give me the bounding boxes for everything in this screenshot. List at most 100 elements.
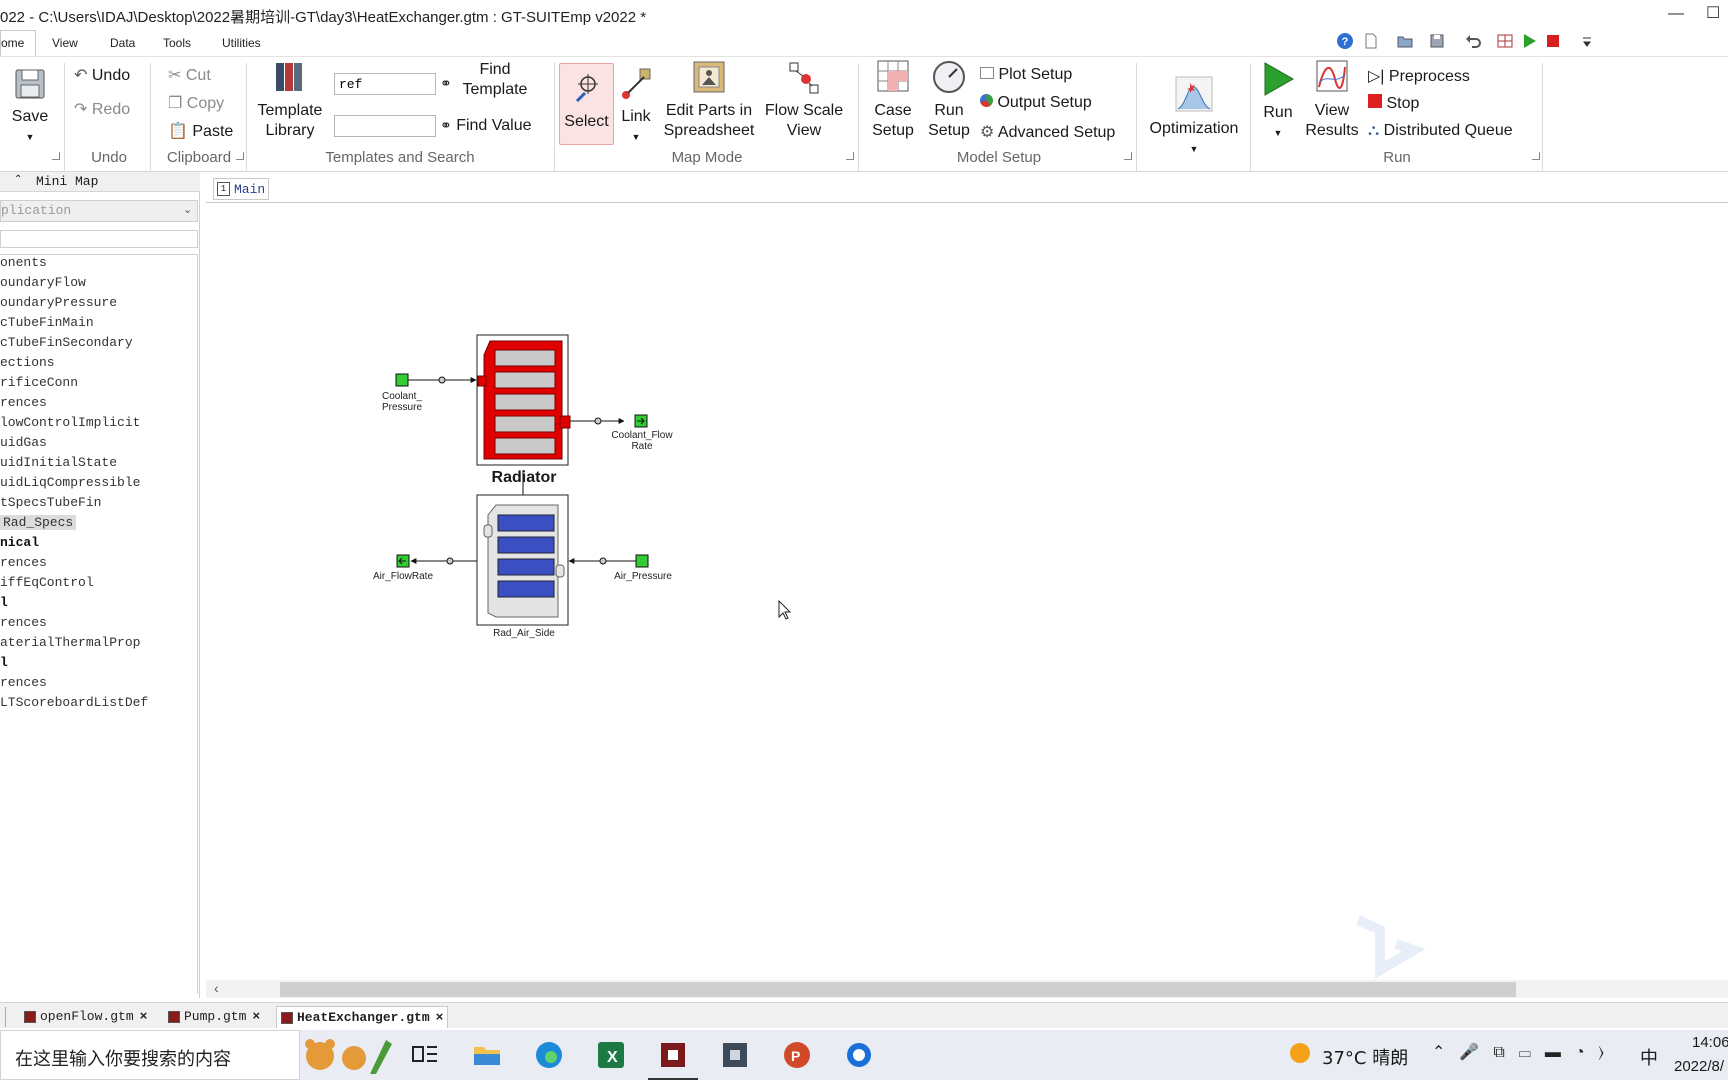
value-search-input[interactable] (334, 115, 436, 137)
save-button[interactable]: Save ▼ (8, 67, 52, 149)
tab-main[interactable]: 1 Main (213, 178, 269, 200)
app-circle-icon[interactable] (842, 1038, 876, 1072)
tree-item[interactable]: rences (0, 615, 47, 630)
tab-overflow[interactable] (0, 1007, 6, 1027)
new-file-icon[interactable] (1362, 32, 1380, 50)
undo-button[interactable]: ↶ Undo (74, 65, 130, 85)
map-mode-launcher[interactable] (846, 152, 854, 160)
undo-icon[interactable] (1464, 32, 1482, 50)
optimization-button[interactable]: Optimization ▼ (1144, 75, 1244, 159)
scrollbar-thumb[interactable] (280, 982, 1516, 997)
find-template-button[interactable]: Find Template (460, 60, 530, 100)
file-explorer-icon[interactable] (470, 1038, 504, 1072)
application-dropdown[interactable]: plication ⌄ (0, 200, 198, 222)
clock-date[interactable]: 2022/8/ (1674, 1058, 1724, 1075)
tree-item[interactable]: uidLiqCompressible (0, 475, 140, 490)
tree-item[interactable]: tSpecsTubeFin (0, 495, 101, 510)
coolant-pressure-part[interactable] (395, 373, 409, 387)
task-view-icon[interactable] (408, 1038, 442, 1072)
doc-tab[interactable]: openFlow.gtm × (20, 1006, 151, 1028)
air-pressure-part[interactable] (635, 554, 649, 568)
maximize-button[interactable]: ☐ (1706, 2, 1728, 28)
cut-button[interactable]: ✂ Cut (168, 65, 211, 85)
tree-item[interactable]: oundaryPressure (0, 295, 117, 310)
help-icon[interactable]: ? (1336, 32, 1354, 50)
air-flowrate-part[interactable] (396, 554, 410, 568)
close-icon[interactable]: × (140, 1009, 148, 1024)
tree-item[interactable]: rificeConn (0, 375, 78, 390)
run-setup-button[interactable]: Run Setup (924, 59, 974, 141)
output-setup-button[interactable]: Output Setup (980, 94, 1092, 112)
run-icon[interactable] (1520, 32, 1538, 50)
link-button[interactable]: Link ▼ (618, 67, 654, 147)
doc-tab[interactable]: Pump.gtm × (164, 1006, 264, 1028)
save-group-launcher[interactable] (52, 152, 60, 160)
menu-view[interactable]: View (52, 36, 78, 50)
open-folder-icon[interactable] (1396, 32, 1414, 50)
weather-text[interactable]: 37°C 晴朗 (1322, 1044, 1408, 1070)
ime-indicator[interactable]: 中 (1640, 1044, 1658, 1070)
tree-item[interactable]: iffEqControl (0, 575, 94, 590)
edit-parts-spreadsheet-button[interactable]: Edit Parts in Spreadsheet (660, 59, 758, 141)
save-icon[interactable] (1428, 32, 1446, 50)
tree-item[interactable]: rences (0, 555, 47, 570)
gt-post-icon[interactable] (718, 1038, 752, 1072)
menu-home-tab[interactable]: ome (0, 30, 36, 56)
qat-customize-icon[interactable] (1578, 32, 1596, 50)
close-icon[interactable]: × (436, 1010, 444, 1025)
template-library-button[interactable]: Template Library (252, 59, 328, 141)
plot-setup-button[interactable]: Plot Setup (980, 66, 1072, 84)
redo-button[interactable]: ↷ Redo (74, 99, 130, 119)
flow-scale-view-button[interactable]: Flow Scale View (762, 59, 846, 141)
template-search-input[interactable] (334, 73, 436, 95)
tree-item[interactable]: ections (0, 355, 55, 370)
gt-suite-icon[interactable] (656, 1038, 690, 1072)
tree-item[interactable]: nical (0, 535, 39, 550)
tree-item[interactable]: l (0, 655, 8, 670)
mini-map-header[interactable]: ⌃ Mini Map (0, 172, 200, 192)
tree-item[interactable]: aterialThermalProp (0, 635, 140, 650)
radiator-part[interactable] (476, 334, 571, 466)
clipboard-group-launcher[interactable] (236, 152, 244, 160)
stop-icon[interactable] (1544, 32, 1562, 50)
distributed-queue-button[interactable]: ⛬ Distributed Queue (1368, 122, 1513, 140)
excel-icon[interactable]: X (594, 1038, 628, 1072)
copy-button[interactable]: ❐ Copy (168, 93, 224, 113)
menu-utilities[interactable]: Utilities (222, 36, 261, 50)
run-group-launcher[interactable] (1532, 152, 1540, 160)
tree-item[interactable]: rences (0, 395, 47, 410)
edge-browser-icon[interactable] (532, 1038, 566, 1072)
menu-data[interactable]: Data (110, 36, 135, 50)
tree-item[interactable]: onents (0, 255, 47, 270)
doc-tab-active[interactable]: HeatExchanger.gtm × (276, 1006, 449, 1028)
model-setup-launcher[interactable] (1124, 152, 1132, 160)
advanced-setup-button[interactable]: ⚙ Advanced Setup (980, 122, 1115, 142)
grid-icon[interactable] (1496, 32, 1514, 50)
menu-tools[interactable]: Tools (163, 36, 191, 50)
powerpoint-icon[interactable]: P (780, 1038, 814, 1072)
clock-time[interactable]: 14:06 (1692, 1034, 1728, 1051)
tree-item[interactable]: cTubeFinSecondary (0, 335, 133, 350)
coolant-flow-part[interactable] (634, 414, 648, 428)
tree-filter-input[interactable] (0, 230, 198, 248)
close-icon[interactable]: × (252, 1009, 260, 1024)
paste-button[interactable]: 📋 Paste (168, 121, 233, 141)
tree-item[interactable]: Rad_Specs (0, 515, 77, 530)
tree-item[interactable]: lowControlImplicit (0, 415, 140, 430)
collapse-up-icon[interactable]: ⌃ (14, 174, 22, 186)
view-results-button[interactable]: View Results (1302, 59, 1362, 141)
preprocess-button[interactable]: ▷| Preprocess (1368, 66, 1470, 86)
case-setup-button[interactable]: Case Setup (868, 59, 918, 141)
select-button[interactable]: Select (559, 63, 614, 145)
system-tray-icons[interactable]: ⌃🎤⧉▭▬◔⟩ (1432, 1042, 1618, 1062)
tree-item[interactable]: uidGas (0, 435, 47, 450)
minimize-button[interactable]: — (1656, 2, 1696, 28)
scroll-left-icon[interactable]: ‹ (214, 980, 219, 996)
tree-item[interactable]: oundaryFlow (0, 275, 86, 290)
run-button[interactable]: Run ▼ (1256, 61, 1300, 143)
tree-item[interactable]: LTScoreboardListDef (0, 695, 148, 710)
stop-button[interactable]: Stop (1368, 94, 1419, 113)
tree-item[interactable]: l (0, 595, 8, 610)
tree-item[interactable]: rences (0, 675, 47, 690)
tree-item[interactable]: cTubeFinMain (0, 315, 94, 330)
